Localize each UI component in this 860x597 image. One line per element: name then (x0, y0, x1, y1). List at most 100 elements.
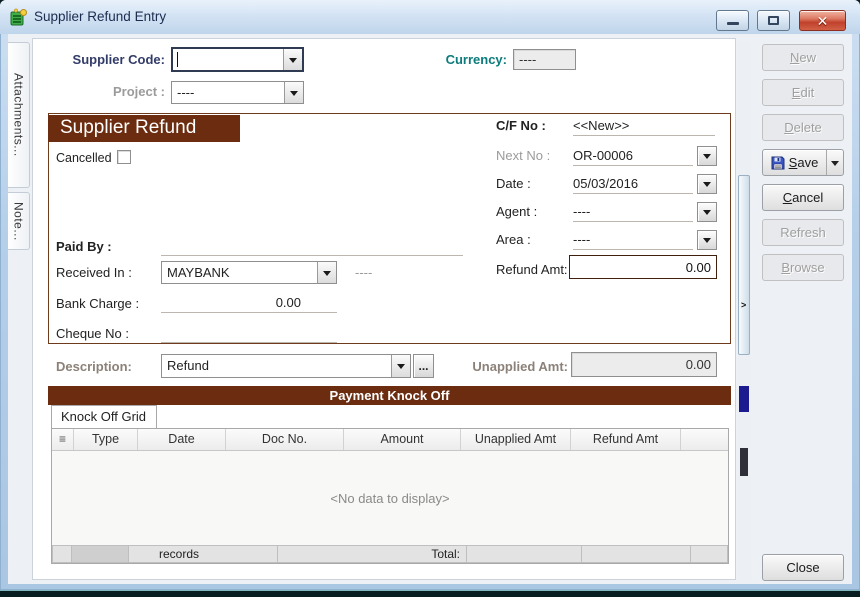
footer-cell (72, 546, 128, 562)
chevron-down-icon (703, 238, 711, 247)
titlebar[interactable]: Supplier Refund Entry ✕ (0, 0, 860, 34)
project-combobox[interactable]: ---- (171, 81, 304, 104)
area-label: Area : (496, 232, 531, 247)
grid-column-refund-amt[interactable]: Refund Amt (571, 429, 681, 450)
cancelled-checkbox[interactable] (117, 150, 131, 164)
grid-footer-row: records Total: (52, 545, 728, 563)
maximize-icon (768, 16, 779, 25)
cf-no-label: C/F No : (496, 118, 546, 133)
date-dropdown-button[interactable] (697, 174, 717, 194)
grid-column-filler (681, 429, 728, 450)
caret (177, 52, 178, 67)
close-icon: ✕ (816, 12, 829, 29)
chevron-down-icon (703, 154, 711, 163)
footer-cell (691, 546, 727, 562)
grid-menu-icon[interactable]: ≡ (52, 429, 74, 450)
description-label: Description: (56, 359, 132, 374)
window-title: Supplier Refund Entry (34, 9, 167, 24)
project-label: Project : (112, 84, 165, 99)
next-no-label: Next No : (496, 148, 551, 163)
edit-button: Edit (762, 79, 844, 106)
payment-knockoff-banner: Payment Knock Off (48, 386, 731, 405)
agent-dropdown-button[interactable] (697, 202, 717, 222)
received-in-value[interactable]: MAYBANK (162, 262, 317, 283)
bank-charge-field[interactable]: 0.00 (161, 293, 337, 313)
project-dropdown-button[interactable] (284, 82, 303, 103)
grid-column-type[interactable]: Type (74, 429, 138, 450)
area-field[interactable]: ---- (573, 230, 693, 250)
description-ellipsis-button[interactable]: ... (413, 354, 434, 378)
unapplied-amt-field: 0.00 (571, 352, 717, 377)
next-no-field: OR-00006 (573, 146, 693, 166)
footer-records-label: records (129, 546, 277, 562)
delete-button: Delete (762, 114, 844, 141)
footer-total-label: Total: (278, 546, 466, 562)
tab-note[interactable]: Note... (8, 192, 30, 250)
description-dropdown-button[interactable] (391, 355, 410, 377)
refund-amt-input[interactable]: 0.00 (569, 255, 717, 279)
vertical-scrollbar-thumb[interactable] (738, 175, 750, 355)
delete-button-label: Delete (784, 120, 822, 135)
close-button-label: Close (786, 560, 820, 575)
floppy-disk-icon (771, 156, 785, 170)
grid-column-doc-no-[interactable]: Doc No. (226, 429, 344, 450)
supplier-code-label: Supplier Code: (72, 52, 165, 67)
scrollbar-mark (739, 386, 749, 412)
new-button-label: New (789, 50, 816, 65)
paid-by-field[interactable] (161, 236, 463, 256)
supplier-code-dropdown-button[interactable] (283, 49, 302, 70)
agent-label: Agent : (496, 204, 538, 219)
edit-button-label: Edit (791, 85, 815, 100)
chevron-down-icon (397, 364, 405, 373)
new-button: New (762, 44, 844, 71)
refresh-button: Refresh (762, 219, 844, 246)
grid-body: <No data to display> (52, 451, 728, 545)
minimize-button[interactable] (716, 10, 749, 31)
chevron-down-icon (703, 182, 711, 191)
close-button[interactable]: Close (762, 554, 844, 581)
project-value[interactable]: ---- (172, 82, 284, 103)
supplier-refund-window: Supplier Refund Entry ✕ Attachments... N… (0, 0, 860, 590)
grid-column-amount[interactable]: Amount (344, 429, 461, 450)
date-field[interactable]: 05/03/2016 (573, 174, 693, 194)
bank-charge-label: Bank Charge : (56, 296, 140, 311)
cancelled-label: Cancelled (56, 151, 112, 165)
cf-no-field: <<New>> (573, 116, 715, 136)
currency-field: ---- (513, 49, 576, 70)
area-dropdown-button[interactable] (697, 230, 717, 250)
footer-cell (582, 546, 690, 562)
supplier-code-value[interactable] (173, 49, 283, 70)
footer-cell (467, 546, 581, 562)
cancel-button[interactable]: Cancel (762, 184, 844, 211)
form-panel: Supplier Code: Currency: ---- Project : … (32, 38, 736, 580)
grid-empty-text: <No data to display> (330, 490, 450, 506)
desktop-strip (0, 590, 860, 597)
grid-column-date[interactable]: Date (138, 429, 226, 450)
date-label: Date : (496, 176, 531, 191)
browse-button-label: Browse (781, 260, 825, 275)
cheque-no-field[interactable] (161, 323, 337, 343)
tab-attachments-label: Attachments... (11, 73, 26, 157)
description-value[interactable]: Refund (162, 355, 391, 377)
browse-button: Browse (762, 254, 844, 281)
knockoff-grid-tab[interactable]: Knock Off Grid (51, 405, 157, 428)
grid-column-unapplied-amt[interactable]: Unapplied Amt (461, 429, 571, 450)
next-no-dropdown-button[interactable] (697, 146, 717, 166)
tab-attachments[interactable]: Attachments... (8, 42, 30, 188)
received-in-combobox[interactable]: MAYBANK (161, 261, 337, 284)
refresh-button-label: Refresh (780, 225, 826, 240)
save-button-label: Save (788, 155, 819, 170)
save-button[interactable]: Save (762, 149, 844, 176)
minimize-icon (726, 22, 739, 25)
maximize-button[interactable] (757, 10, 790, 31)
splitter-collapse-arrow[interactable]: > (741, 300, 746, 310)
received-in-suffix: ---- (355, 265, 373, 280)
agent-field[interactable]: ---- (573, 202, 693, 222)
close-window-button[interactable]: ✕ (799, 10, 846, 31)
supplier-code-combobox[interactable] (171, 47, 304, 72)
description-combobox[interactable]: Refund (161, 354, 411, 378)
currency-label: Currency: (445, 52, 507, 67)
screen: Supplier Refund Entry ✕ Attachments... N… (0, 0, 860, 597)
save-dropdown-arrow[interactable] (826, 150, 843, 175)
received-in-dropdown-button[interactable] (317, 262, 336, 283)
